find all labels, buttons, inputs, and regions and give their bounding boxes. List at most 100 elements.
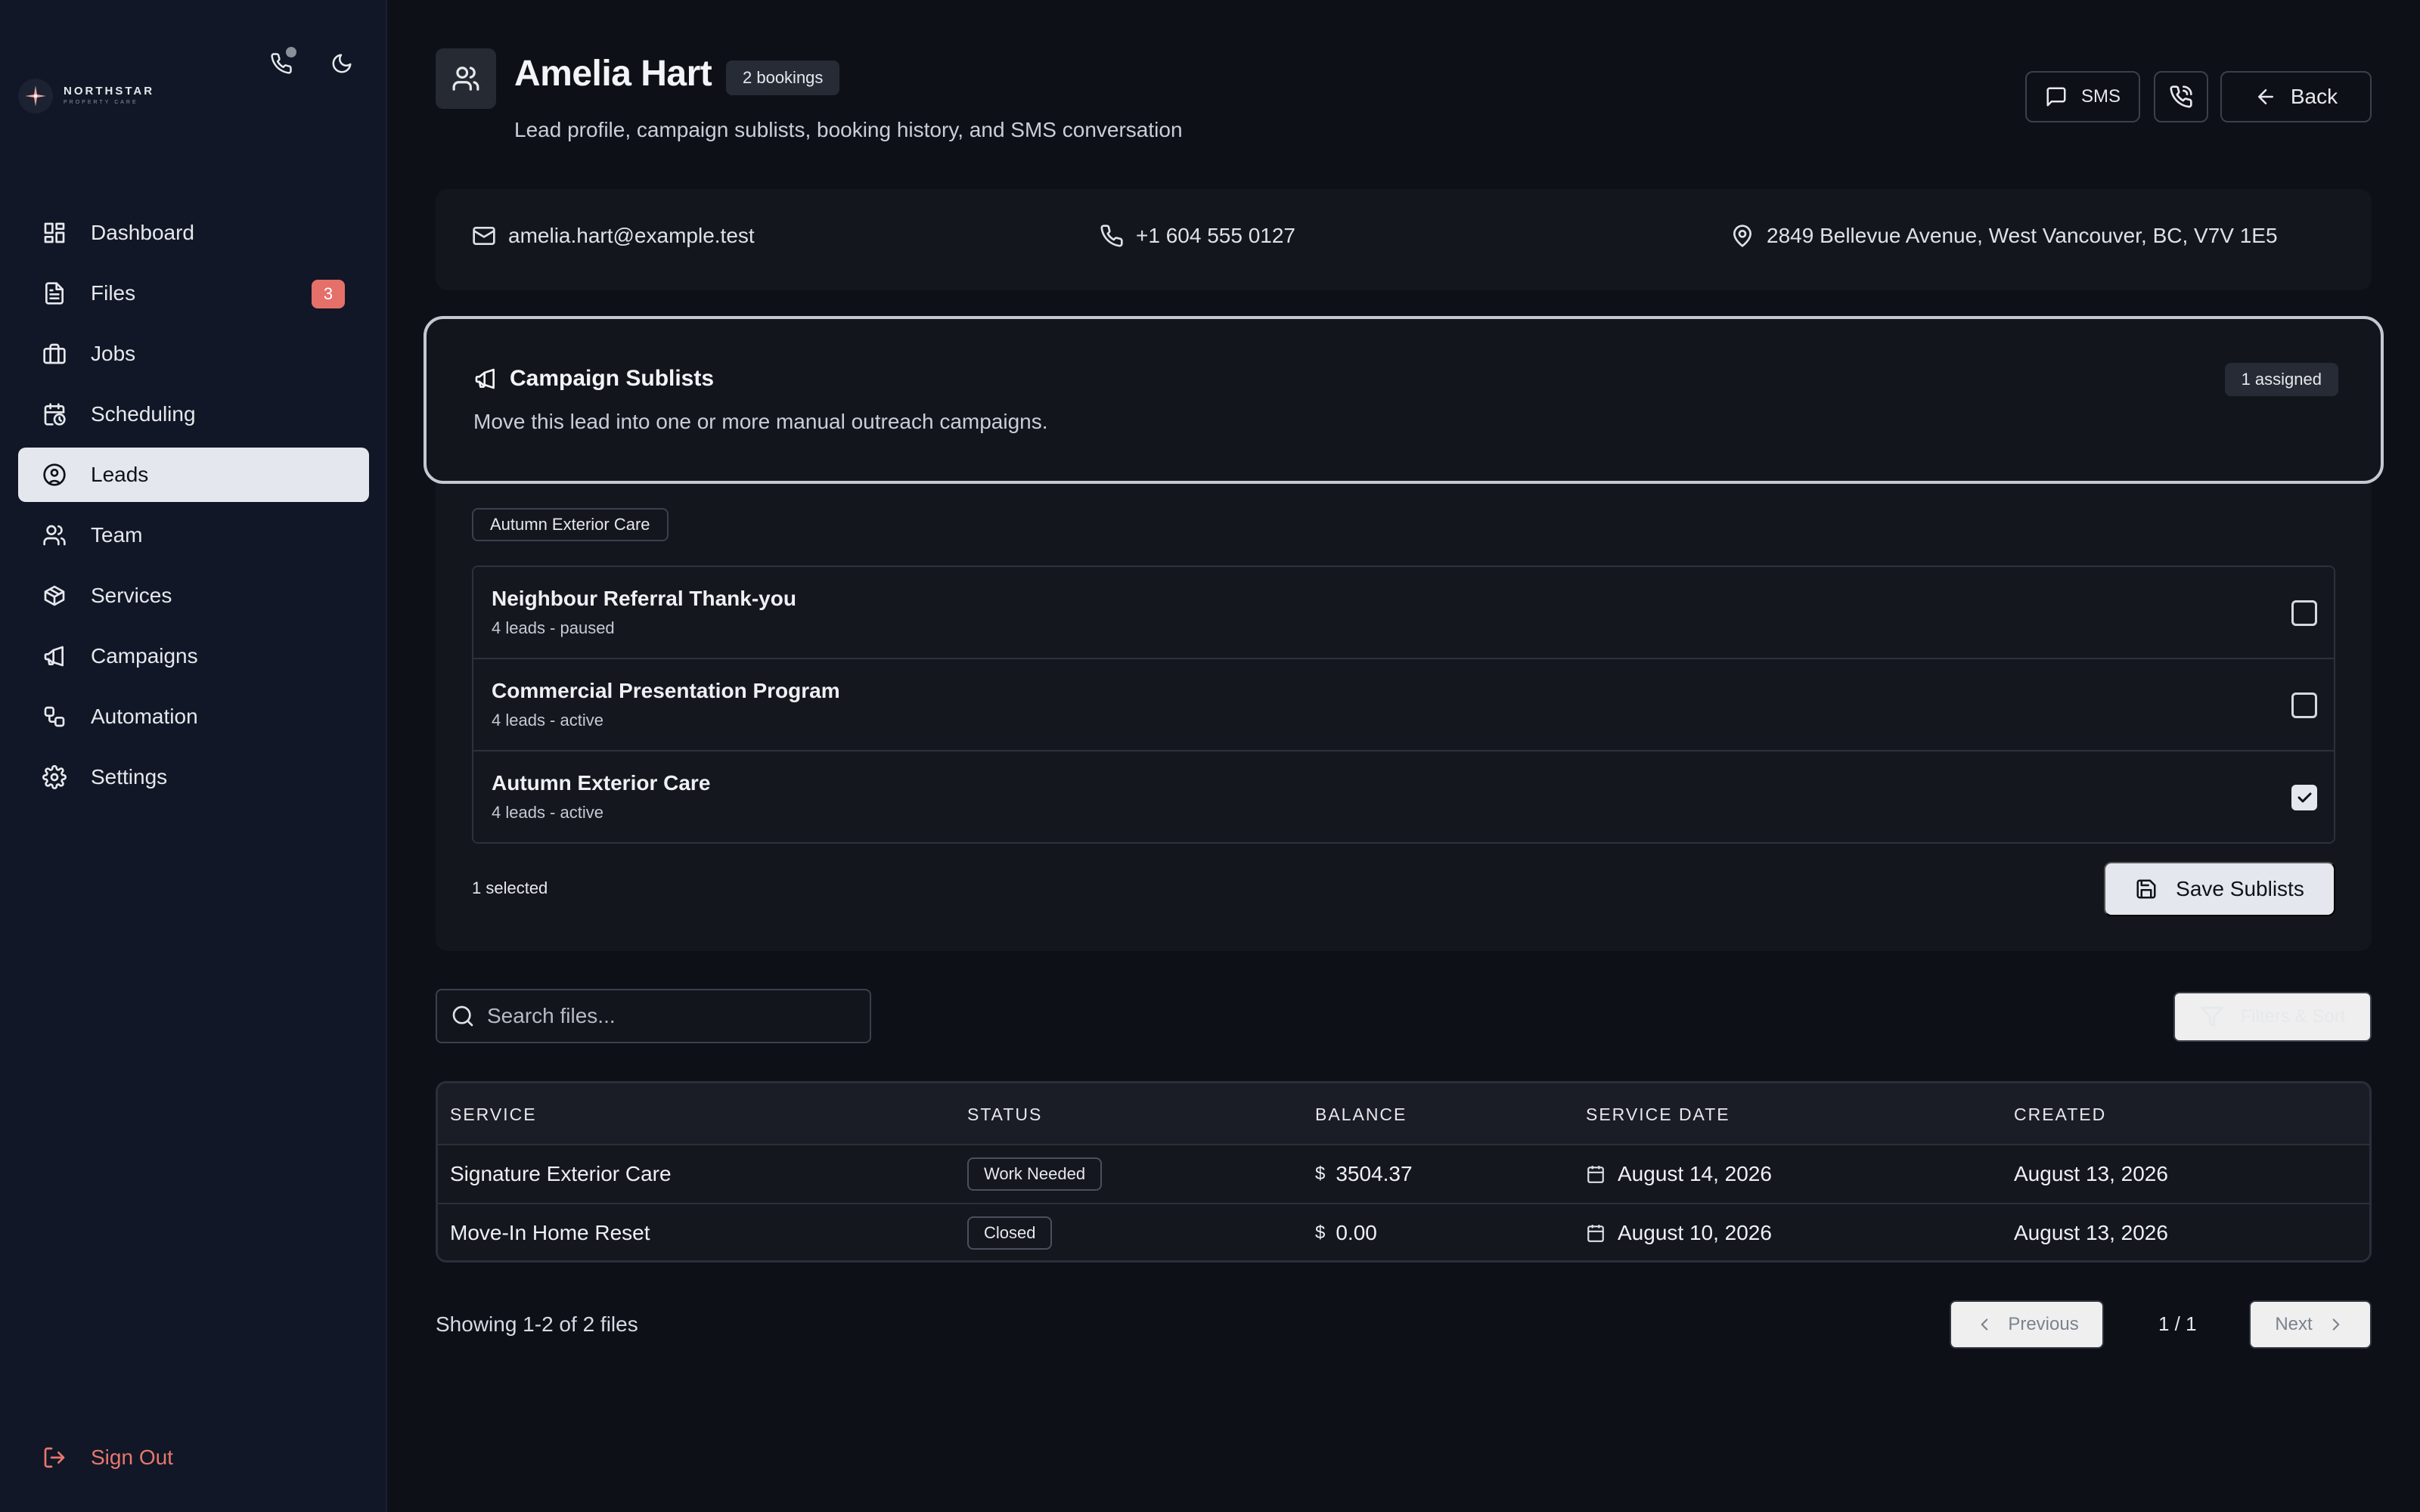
sidebar-item-settings[interactable]: Settings: [18, 750, 369, 804]
sidebar-item-files[interactable]: Files 3: [18, 266, 369, 321]
back-label: Back: [2290, 85, 2338, 108]
service-cell: Signature Exterior Care: [450, 1162, 672, 1185]
sidebar-item-label: Scheduling: [91, 402, 196, 426]
column-header[interactable]: SERVICE DATE: [1586, 1105, 1730, 1125]
sidebar-item-label: Team: [91, 523, 143, 547]
logo[interactable]: NORTHSTAR PROPERTY CARE: [18, 79, 154, 113]
table-header: SERVICE STATUS BALANCE SERVICE DATE CREA…: [438, 1083, 2369, 1145]
status-badge: Closed: [967, 1216, 1053, 1250]
filter-icon: [2200, 1006, 2223, 1027]
status-cell: Closed: [967, 1204, 1053, 1260]
campaign-title-text: Campaign Sublists: [510, 366, 715, 391]
column-header[interactable]: SERVICE: [450, 1105, 537, 1125]
table-row[interactable]: Signature Exterior Care Work Needed $350…: [438, 1145, 2369, 1204]
sms-button[interactable]: SMS: [2025, 71, 2140, 122]
column-header[interactable]: BALANCE: [1315, 1105, 1407, 1125]
status-cell: Work Needed: [967, 1145, 1103, 1203]
sublist-row[interactable]: Neighbour Referral Thank-you 4 leads - p…: [473, 567, 2334, 659]
sidebar-nav: Dashboard Files 3 Jobs Scheduling Leads …: [18, 206, 369, 810]
sidebar-item-leads[interactable]: Leads: [18, 448, 369, 502]
search-files[interactable]: [436, 989, 871, 1043]
briefcase-icon: [43, 343, 66, 364]
sublist-checkbox[interactable]: [2291, 785, 2317, 810]
call-button[interactable]: [2154, 71, 2208, 122]
phone-status-button[interactable]: [265, 47, 298, 80]
service-date-value: August 14, 2026: [1618, 1162, 1772, 1185]
table-row[interactable]: Move-In Home Reset Closed $0.00 August 1…: [438, 1204, 2369, 1260]
search-input[interactable]: [487, 1004, 850, 1028]
filters-sort-label: Filters & Sort: [2240, 1006, 2346, 1027]
megaphone-icon: [44, 646, 64, 667]
back-button[interactable]: Back: [2220, 71, 2372, 122]
sublist-name: Neighbour Referral Thank-you: [492, 587, 796, 610]
sublist-row[interactable]: Commercial Presentation Program 4 leads …: [473, 659, 2334, 751]
contact-email[interactable]: amelia.hart@example.test: [472, 224, 755, 248]
column-header[interactable]: STATUS: [967, 1105, 1042, 1125]
sidebar-item-services[interactable]: Services: [18, 569, 369, 623]
users-icon: [43, 525, 66, 546]
next-page-button[interactable]: Next: [2249, 1300, 2372, 1349]
sidebar-item-scheduling[interactable]: Scheduling: [18, 387, 369, 442]
sidebar-item-team[interactable]: Team: [18, 508, 369, 562]
map-pin-icon: [1733, 225, 1751, 247]
previous-page-button[interactable]: Previous: [1950, 1300, 2104, 1349]
sublist-meta: 4 leads - active: [492, 803, 603, 822]
sidebar-item-label: Files: [91, 281, 136, 305]
star-logo-icon: [18, 79, 53, 113]
service-date-value: August 10, 2026: [1618, 1221, 1772, 1244]
created-cell: August 13, 2026: [2014, 1221, 2168, 1244]
column-header[interactable]: CREATED: [2014, 1105, 2106, 1125]
assigned-badge: 1 assigned: [2224, 363, 2338, 396]
selected-count: 1 selected: [472, 878, 548, 897]
campaign-title: Campaign Sublists: [473, 366, 714, 392]
previous-label: Previous: [2008, 1314, 2079, 1334]
sublist-row[interactable]: Autumn Exterior Care 4 leads - active: [473, 751, 2334, 842]
chevron-left-icon: [1981, 1318, 1988, 1331]
next-label: Next: [2275, 1314, 2313, 1334]
sidebar: NORTHSTAR PROPERTY CARE Dashboard Files …: [0, 0, 387, 1512]
filters-sort-button[interactable]: Filters & Sort: [2173, 992, 2372, 1042]
campaign-sublists-header[interactable]: Campaign Sublists Move this lead into on…: [424, 316, 2384, 484]
page-subtitle: Lead profile, campaign sublists, booking…: [514, 118, 1183, 141]
logo-name: NORTHSTAR: [64, 85, 155, 98]
sublist-options: Neighbour Referral Thank-you 4 leads - p…: [472, 565, 2335, 844]
dollar-icon: $: [1315, 1163, 1326, 1184]
file-icon: [45, 282, 64, 305]
search-icon: [452, 1005, 473, 1027]
dollar-icon: $: [1315, 1222, 1326, 1243]
files-count-badge: 3: [312, 280, 345, 308]
sublist-checkbox[interactable]: [2291, 692, 2317, 718]
pagination-summary: Showing 1-2 of 2 files: [436, 1312, 638, 1336]
theme-toggle-button[interactable]: [325, 47, 358, 80]
sms-label: SMS: [2080, 86, 2121, 107]
sign-out-button[interactable]: Sign Out: [42, 1445, 173, 1470]
sidebar-item-label: Automation: [91, 705, 198, 728]
service-cell: Move-In Home Reset: [450, 1221, 650, 1244]
calendar-icon: [1587, 1166, 1604, 1183]
sidebar-item-dashboard[interactable]: Dashboard: [18, 206, 369, 260]
contact-phone[interactable]: +1 604 555 0127: [1100, 224, 1295, 248]
sublist-name: Autumn Exterior Care: [492, 771, 711, 795]
contact-address[interactable]: 2849 Bellevue Avenue, West Vancouver, BC…: [1730, 224, 2278, 248]
gear-icon: [42, 765, 67, 789]
save-sublists-button[interactable]: Save Sublists: [2104, 862, 2335, 916]
moon-icon: [332, 54, 352, 73]
sublist-name: Commercial Presentation Program: [492, 679, 840, 702]
phone-text: +1 604 555 0127: [1136, 224, 1295, 247]
sidebar-item-campaigns[interactable]: Campaigns: [18, 629, 369, 683]
sidebar-item-label: Dashboard: [91, 221, 194, 244]
chevron-right-icon: [2332, 1318, 2340, 1331]
user-circle-icon: [43, 463, 66, 486]
sublist-checkbox[interactable]: [2291, 600, 2317, 626]
balance-cell: $0.00: [1315, 1204, 1377, 1260]
check-icon: [2297, 792, 2312, 803]
contact-card: amelia.hart@example.test +1 604 555 0127…: [436, 189, 2372, 290]
sidebar-item-automation[interactable]: Automation: [18, 689, 369, 744]
sidebar-item-jobs[interactable]: Jobs: [18, 327, 369, 381]
message-square-icon: [2046, 87, 2066, 107]
save-icon: [2136, 879, 2156, 899]
workflow-icon: [44, 706, 65, 727]
calendar-icon: [1587, 1225, 1604, 1242]
sign-out-label: Sign Out: [91, 1445, 173, 1469]
bookings-badge: 2 bookings: [726, 60, 840, 95]
